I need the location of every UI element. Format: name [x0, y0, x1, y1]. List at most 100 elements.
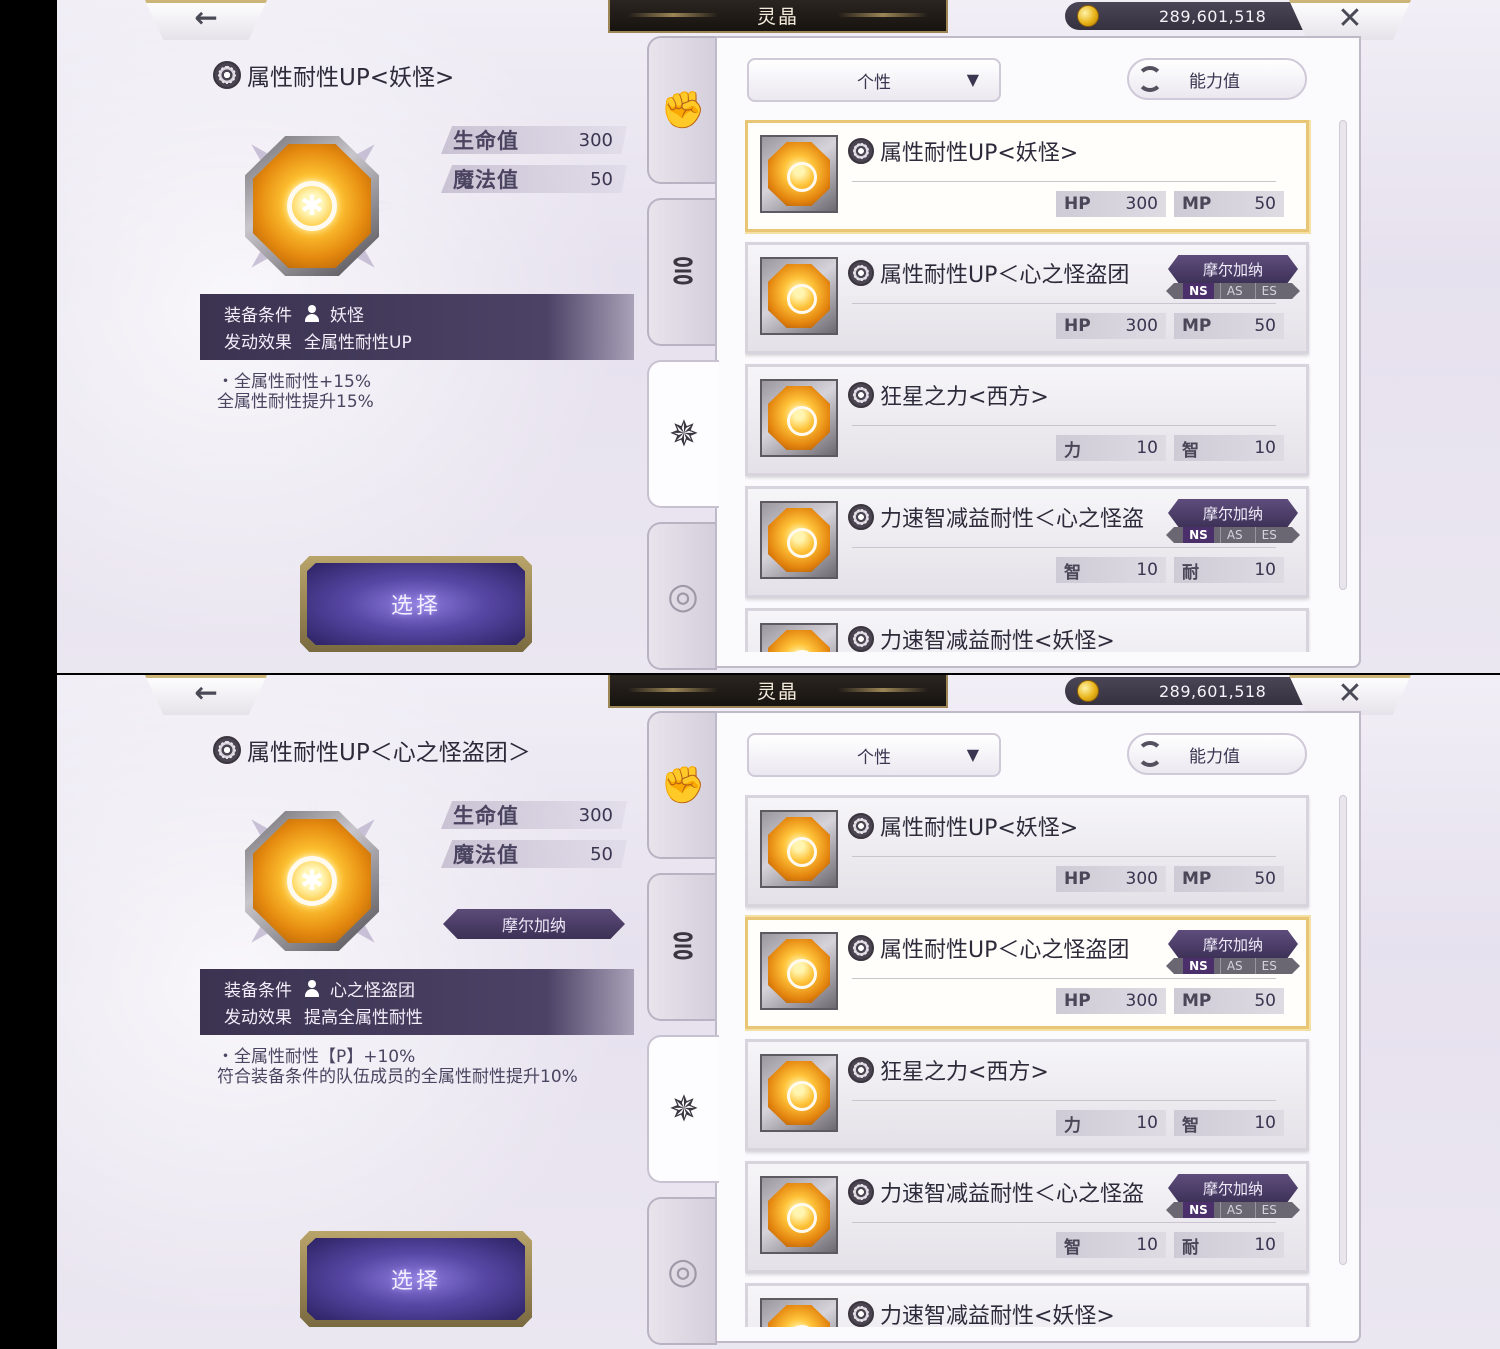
gear-emblem-icon — [848, 1301, 874, 1327]
crystal-thumbnail — [760, 932, 838, 1010]
category-tab[interactable]: ✊ — [647, 711, 717, 859]
tier-label: ES — [1254, 527, 1283, 543]
gear-emblem-icon: ✵ — [668, 413, 700, 455]
spirit-crystal-card[interactable]: 属性耐性UP＜心之怪盗团 摩尔加纳 NS AS ES HP 300 MP 50 — [745, 917, 1309, 1029]
stat-row-hp: 生命值 300 — [441, 801, 627, 829]
spirit-crystal-card[interactable]: 属性耐性UP<妖怪> HP 300 MP 50 — [745, 795, 1309, 907]
spirit-crystal-card[interactable]: 力速智减益耐性<妖怪> — [745, 608, 1309, 652]
card-name-text: 力速智减益耐性＜心之怪盗 — [880, 1182, 1145, 1207]
stat-value: 300 — [578, 804, 613, 826]
crystal-thumbnail — [760, 135, 838, 213]
condition-label: 装备条件 — [224, 306, 292, 326]
category-tab[interactable]: ◎ — [647, 1197, 717, 1345]
crystal-artwork — [225, 118, 401, 294]
tier-label: ES — [1254, 1202, 1283, 1218]
crystal-gem-icon — [768, 264, 830, 328]
chevron-down-icon: ▼ — [966, 745, 979, 764]
card-name-text: 属性耐性UP＜心之怪盗团 — [880, 263, 1130, 288]
divider — [852, 181, 1276, 182]
crystal-gem-icon — [768, 939, 830, 1003]
team-badge: 摩尔加纳 — [1168, 499, 1298, 527]
crystal-gem-icon — [245, 811, 379, 951]
stat-key: HP — [1064, 869, 1091, 889]
category-tab[interactable]: ◎ — [647, 522, 717, 670]
effect-label: 发动效果 — [224, 333, 292, 353]
gear-emblem-icon: ✵ — [668, 1088, 700, 1130]
back-button[interactable]: ← — [145, 0, 267, 40]
stat-key: 力 — [1064, 1115, 1081, 1136]
filter-dropdown[interactable]: 个性 ▼ — [747, 733, 1001, 777]
spiral-icon: ◎ — [667, 1250, 699, 1292]
category-tab[interactable]: ✵ — [647, 360, 719, 508]
currency-value: 289,601,518 — [1159, 681, 1267, 701]
crystal-gem-icon — [768, 142, 830, 206]
scrollbar[interactable] — [1339, 120, 1347, 590]
stat-value: 50 — [590, 843, 613, 865]
sort-toggle-button[interactable]: 能力值 — [1127, 733, 1307, 775]
category-tab[interactable]: ✊ — [647, 36, 717, 184]
description-line: 全属性耐性提升15% — [217, 392, 374, 412]
tier-strip: NS AS ES — [1166, 283, 1300, 299]
stat-label: 生命值 — [453, 129, 519, 153]
stat-chip: 智 10 — [1174, 1110, 1284, 1136]
spirit-crystal-card[interactable]: 力速智减益耐性＜心之怪盗 摩尔加纳 NS AS ES 智 10 耐 10 — [745, 1161, 1309, 1273]
detail-title: 属性耐性UP<妖怪> — [213, 58, 454, 92]
stat-value: 50 — [1254, 316, 1276, 336]
filter-dropdown[interactable]: 个性 ▼ — [747, 58, 1001, 102]
stat-key: 智 — [1064, 562, 1081, 583]
tier-strip: NS AS ES — [1166, 958, 1300, 974]
category-tab[interactable]: ✵ — [647, 1035, 719, 1183]
stat-value: 10 — [1254, 438, 1276, 458]
crystal-emblem — [287, 181, 337, 231]
back-button[interactable]: ← — [145, 675, 267, 715]
spirit-crystal-card[interactable]: 属性耐性UP＜心之怪盗团 摩尔加纳 NS AS ES HP 300 MP 50 — [745, 242, 1309, 354]
stat-key: HP — [1064, 316, 1091, 336]
team-badge: 摩尔加纳 — [1168, 930, 1298, 958]
divider — [852, 856, 1276, 857]
card-name-text: 属性耐性UP＜心之怪盗团 — [880, 938, 1130, 963]
spirit-crystal-card[interactable]: 属性耐性UP<妖怪> HP 300 MP 50 — [745, 120, 1309, 232]
stat-key: HP — [1064, 991, 1091, 1011]
card-name-text: 狂星之力<西方> — [880, 385, 1049, 410]
close-button[interactable]: ✕ — [1289, 675, 1411, 715]
stat-chip: HP 300 — [1056, 313, 1166, 339]
card-name-text: 力速智减益耐性<妖怪> — [880, 1304, 1115, 1327]
top-bar: ← 灵晶 289,601,518 ✕ — [57, 0, 1500, 40]
spirit-crystal-card[interactable]: 狂星之力<西方> 力 10 智 10 — [745, 1039, 1309, 1151]
stat-value: 10 — [1136, 1113, 1158, 1133]
page-title-text: 灵晶 — [756, 6, 799, 28]
card-name: 属性耐性UP<妖怪> — [848, 135, 1078, 167]
swirl-icon: ⴻ — [670, 251, 696, 293]
detail-title: 属性耐性UP＜心之怪盗团＞ — [213, 733, 531, 767]
card-name: 力速智减益耐性<妖怪> — [848, 623, 1115, 652]
stat-chip: MP 50 — [1174, 191, 1284, 217]
spirit-crystal-card[interactable]: 力速智减益耐性<妖怪> — [745, 1283, 1309, 1327]
tier-label: AS — [1219, 527, 1249, 543]
select-button[interactable]: 选择 — [300, 1231, 532, 1327]
fist-icon: ✊ — [660, 90, 706, 131]
description: ・全属性耐性+15% 全属性耐性提升15% — [217, 372, 597, 412]
condition-panel: 装备条件 妖怪 发动效果 全属性耐性UP — [200, 294, 634, 360]
category-tab[interactable]: ⴻ — [647, 198, 717, 346]
description-line: ・全属性耐性+15% — [217, 372, 372, 392]
tier-label: ES — [1254, 283, 1283, 299]
category-tab[interactable]: ⴻ — [647, 873, 717, 1021]
tier-label: AS — [1219, 958, 1249, 974]
condition-value: 心之怪盗团 — [330, 981, 415, 1001]
spirit-crystal-card[interactable]: 力速智减益耐性＜心之怪盗 摩尔加纳 NS AS ES 智 10 耐 10 — [745, 486, 1309, 598]
card-name-text: 力速智减益耐性<妖怪> — [880, 629, 1115, 652]
gear-emblem-icon — [848, 935, 874, 961]
filter-dropdown-value: 个性 — [857, 72, 891, 93]
currency-value: 289,601,518 — [1159, 6, 1267, 26]
scrollbar[interactable] — [1339, 795, 1347, 1265]
swirl-icon: ⴻ — [670, 926, 696, 968]
gear-emblem-icon — [848, 626, 874, 652]
crystal-screen: ← 灵晶 289,601,518 ✕ 属性耐性UP<妖怪> 生命值 300 魔法… — [57, 0, 1500, 673]
select-button[interactable]: 选择 — [300, 556, 532, 652]
crystal-thumbnail — [760, 1176, 838, 1254]
stat-chip: 耐 10 — [1174, 1232, 1284, 1258]
close-button[interactable]: ✕ — [1289, 0, 1411, 40]
stat-chip: 力 10 — [1056, 1110, 1166, 1136]
spirit-crystal-card[interactable]: 狂星之力<西方> 力 10 智 10 — [745, 364, 1309, 476]
sort-toggle-button[interactable]: 能力值 — [1127, 58, 1307, 100]
